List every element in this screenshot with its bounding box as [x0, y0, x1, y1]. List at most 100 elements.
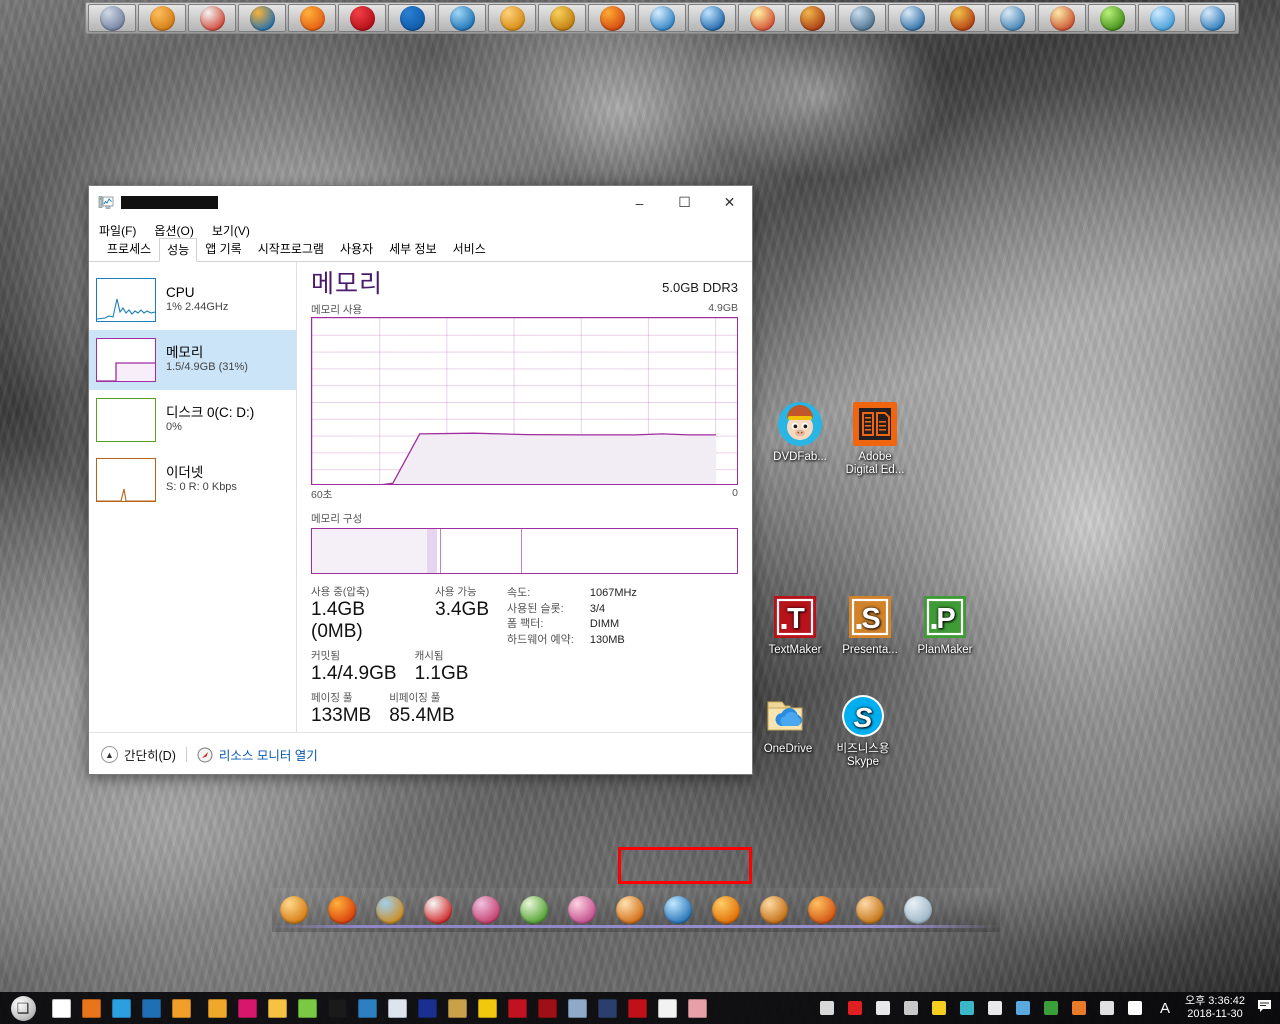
taskbar-flash-red-icon[interactable]: [624, 995, 650, 1021]
taskbar-clock[interactable]: 오후 3:36:42 2018-11-30: [1177, 995, 1253, 1021]
menu-item-2[interactable]: 보기(V): [212, 222, 250, 239]
tab-앱 기록[interactable]: 앱 기록: [197, 237, 249, 261]
dock-chrome[interactable]: [512, 890, 556, 930]
tray-cursor-highlight-icon[interactable]: [928, 997, 950, 1019]
tray-orange-ball-icon[interactable]: [1068, 997, 1090, 1019]
taskbar-task-view-icon[interactable]: [48, 995, 74, 1021]
dock-browser-globe[interactable]: [656, 890, 700, 930]
tray-network-icon[interactable]: [1096, 997, 1118, 1019]
browser-firefox[interactable]: [288, 4, 336, 32]
desktop-dock[interactable]: [270, 888, 1002, 932]
close-button[interactable]: ✕: [707, 186, 752, 219]
desktop-icon-presentations[interactable]: S Presenta...: [827, 593, 913, 657]
desktop-icon-textmaker[interactable]: T TextMaker: [752, 593, 838, 657]
taskbar-lock-app-icon[interactable]: [444, 995, 470, 1021]
taskbar-ko-app-icon[interactable]: [414, 995, 440, 1021]
sidebar-item-ethernet[interactable]: 이더넷 S: 0 R: 0 Kbps: [89, 450, 296, 510]
browser-firefox-folder[interactable]: [138, 4, 186, 32]
ime-indicator[interactable]: A: [1153, 1000, 1177, 1017]
search-magnifier[interactable]: [1088, 4, 1136, 32]
taskbar-eraser-pink-icon[interactable]: [684, 995, 710, 1021]
tray-window-blue-icon[interactable]: [1012, 997, 1034, 1019]
browser-maxthon-classic[interactable]: [88, 4, 136, 32]
dock-ie-mini[interactable]: [848, 890, 892, 930]
taskbar-pinned-left[interactable]: [46, 995, 196, 1021]
browser-firefox-alt[interactable]: [588, 4, 636, 32]
browser-globe[interactable]: [688, 4, 736, 32]
menu-item-1[interactable]: 옵션(O): [154, 222, 193, 239]
taskbar-file-explorer-icon[interactable]: [264, 995, 290, 1021]
performance-sidebar[interactable]: CPU 1% 2.44GHz 메모리 1.5/4.9GB (31%) 디스크 0(C: …: [89, 262, 297, 732]
tab-bar[interactable]: 프로세스 성능 앱 기록 시작프로그램 사용자 세부 정보 서비스: [89, 238, 752, 262]
tab-시작프로그램[interactable]: 시작프로그램: [250, 237, 332, 261]
tray-grid-tray-icon[interactable]: [900, 997, 922, 1019]
notification-center-icon[interactable]: [1253, 999, 1280, 1018]
browser-internet-explorer[interactable]: [438, 4, 486, 32]
tray-ahnlab-icon[interactable]: [844, 997, 866, 1019]
minimize-button[interactable]: –: [617, 186, 662, 219]
browser-ie-gold[interactable]: [488, 4, 536, 32]
dock-ie-globe[interactable]: [368, 890, 412, 930]
browser-avant[interactable]: [538, 4, 586, 32]
sidebar-item-cpu[interactable]: CPU 1% 2.44GHz: [89, 270, 296, 330]
tab-사용자[interactable]: 사용자: [332, 237, 381, 261]
taskbar-grid-app-icon[interactable]: [384, 995, 410, 1021]
windows-taskbar[interactable]: ❑ A 오후 3:36:42 2018-11-30: [0, 992, 1280, 1024]
tab-서비스[interactable]: 서비스: [445, 237, 494, 261]
open-resource-monitor-link[interactable]: 리소스 모니터 열기: [197, 745, 318, 764]
dock-opera[interactable]: [416, 890, 460, 930]
taskbar-piano-app-icon[interactable]: [594, 995, 620, 1021]
browser-torch[interactable]: [1188, 4, 1236, 32]
browser-sleipnir[interactable]: [838, 4, 886, 32]
taskbar-xshell-icon[interactable]: [324, 995, 350, 1021]
browser-netscape[interactable]: [938, 4, 986, 32]
browser-k-meleon[interactable]: [888, 4, 936, 32]
menu-item-0[interactable]: 파일(F): [99, 222, 136, 239]
desktop-icon-onedrive[interactable]: OneDrive: [745, 692, 831, 756]
tray-winrar-icon[interactable]: [1040, 997, 1062, 1019]
desktop-icon-adobe-digital-editions[interactable]: Adobe Digital Ed...: [832, 400, 918, 477]
dock-firefox-alt[interactable]: [608, 890, 652, 930]
taskbar-document-white-icon[interactable]: [654, 995, 680, 1021]
browser-ie-flame[interactable]: [238, 4, 286, 32]
sidebar-item-memory[interactable]: 메모리 1.5/4.9GB (31%): [89, 330, 296, 390]
fewer-details-button[interactable]: ▲ 간단히(D): [101, 745, 176, 764]
dock-firefox-sym[interactable]: [704, 890, 748, 930]
taskbar-microsoft-store-icon[interactable]: [168, 995, 194, 1021]
desktop-icon-planmaker[interactable]: P PlanMaker: [902, 593, 988, 657]
taskbar-media-player-red-icon[interactable]: [504, 995, 530, 1021]
taskbar-microsoft-store-2-icon[interactable]: [204, 995, 230, 1021]
dock-firefox-mini[interactable]: [800, 890, 844, 930]
taskbar-app-magenta-icon[interactable]: [234, 995, 260, 1021]
taskbar-editor-red-icon[interactable]: [534, 995, 560, 1021]
maximize-button[interactable]: ☐: [662, 186, 707, 219]
tray-volume-icon[interactable]: [1124, 997, 1146, 1019]
desktop-icon-skype-for-business[interactable]: S 비즈니스용 Skype: [820, 692, 906, 769]
browser-pale-moon[interactable]: [988, 4, 1036, 32]
water-drop[interactable]: [1138, 4, 1186, 32]
dock-ie-small[interactable]: [752, 890, 796, 930]
system-tray[interactable]: [813, 997, 1153, 1019]
tab-성능[interactable]: 성능: [159, 238, 198, 262]
taskbar-running-apps[interactable]: [202, 995, 712, 1021]
tab-세부 정보[interactable]: 세부 정보: [381, 237, 445, 261]
tray-people-icon[interactable]: [816, 997, 838, 1019]
tray-font-tool-icon[interactable]: [984, 997, 1006, 1019]
dock-photo-viewer[interactable]: [560, 890, 604, 930]
editor-pencil[interactable]: [1038, 4, 1086, 32]
window-controls[interactable]: – ☐ ✕: [617, 186, 752, 219]
window-footer[interactable]: ▲ 간단히(D) 리소스 모니터 열기: [89, 732, 752, 776]
taskbar-folder-dark-icon[interactable]: [354, 995, 380, 1021]
browser-chrome-alt[interactable]: [738, 4, 786, 32]
taskbar-app-blue-transfer-icon[interactable]: [138, 995, 164, 1021]
dock-seamonkey[interactable]: [464, 890, 508, 930]
task-manager-window[interactable]: – ☐ ✕ 파일(F) 옵션(O) 보기(V) 프로세스 성능 앱 기록 시작프로그램 사용…: [88, 185, 753, 884]
taskbar-pdf-icon[interactable]: [474, 995, 500, 1021]
browser-safari[interactable]: [638, 4, 686, 32]
desktop-icon-dvdfab[interactable]: DVDFab...: [757, 400, 843, 464]
taskbar-app-orange-window-icon[interactable]: [78, 995, 104, 1021]
dock-recycle-bin[interactable]: [896, 890, 940, 930]
browser-maxthon[interactable]: [388, 4, 436, 32]
tab-프로세스[interactable]: 프로세스: [99, 237, 159, 261]
start-button[interactable]: ❑: [0, 992, 46, 1024]
